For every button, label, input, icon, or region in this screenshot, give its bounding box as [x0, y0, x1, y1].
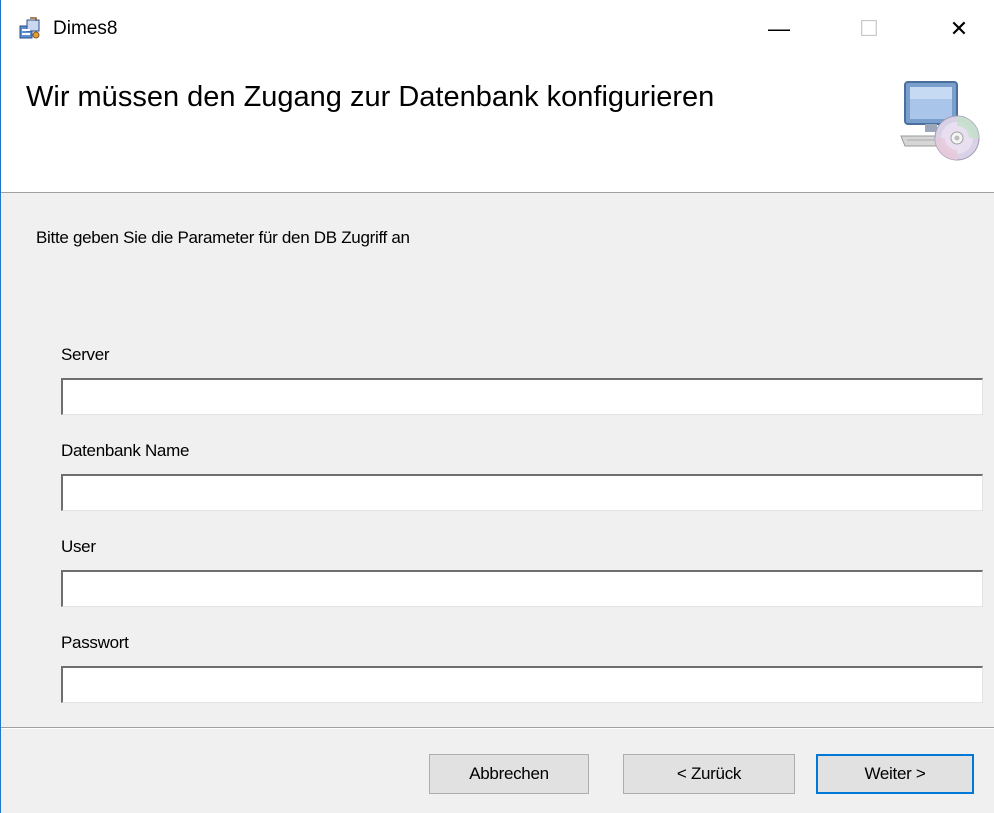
footer-divider	[1, 727, 994, 729]
maximize-button[interactable]: ☐	[838, 0, 900, 58]
cancel-button[interactable]: Abbrechen	[429, 754, 589, 794]
database-name-label: Datenbank Name	[61, 441, 190, 460]
title-bar[interactable]: Dimes8 — ☐ ✕	[1, 0, 994, 58]
instruction-text: Bitte geben Sie die Parameter für den DB…	[36, 228, 410, 247]
computer-cd-icon	[900, 81, 980, 161]
page-title: Wir müssen den Zugang zur Datenbank konf…	[26, 81, 715, 113]
installer-package-icon	[19, 17, 40, 39]
header-banner: Wir müssen den Zugang zur Datenbank konf…	[1, 58, 994, 193]
installer-window: Dimes8 — ☐ ✕ Wir müssen den Zugang zur D…	[0, 0, 994, 813]
password-label: Passwort	[61, 633, 129, 652]
password-input[interactable]	[61, 666, 983, 703]
back-button[interactable]: < Zurück	[623, 754, 795, 794]
minimize-button[interactable]: —	[748, 0, 810, 58]
server-input[interactable]	[61, 378, 983, 415]
user-input[interactable]	[61, 570, 983, 607]
server-label: Server	[61, 345, 110, 364]
user-label: User	[61, 537, 96, 556]
database-name-input[interactable]	[61, 474, 983, 511]
window-title: Dimes8	[53, 18, 118, 39]
next-button[interactable]: Weiter >	[816, 754, 974, 794]
close-button[interactable]: ✕	[928, 0, 990, 58]
